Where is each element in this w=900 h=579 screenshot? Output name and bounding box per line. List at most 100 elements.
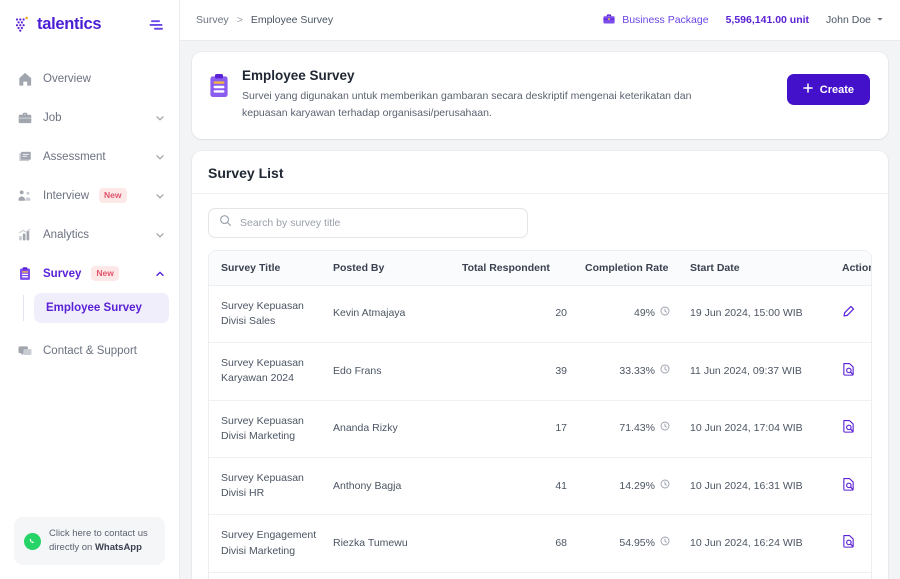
sidebar-item-label: Job <box>43 111 62 124</box>
column-header-posted-by: Posted By <box>325 250 450 286</box>
table-row[interactable]: Survey Kepuasan Karyawan 2024 Edo Frans 39… <box>209 342 871 401</box>
cell-survey-title: Survey Engagement Divisi Marketing <box>209 514 325 573</box>
cell-total-respondent: 41 <box>450 457 575 516</box>
banner-description: Survei yang digunakan untuk memberikan g… <box>242 90 692 120</box>
business-package-button[interactable]: Business Package <box>602 12 709 29</box>
user-menu[interactable]: John Doe <box>826 14 884 26</box>
clipboard-icon <box>208 73 230 99</box>
briefcase-icon <box>602 12 616 29</box>
sidebar-item-interview[interactable]: Interview New <box>0 176 179 215</box>
completion-rate-value: 71.43% <box>619 422 655 435</box>
sidebar-item-employee-survey[interactable]: Employee Survey <box>34 293 169 323</box>
edit-pencil-icon[interactable] <box>842 305 855 318</box>
brand-name: talentics <box>37 15 102 33</box>
table-row[interactable]: Survey Engagement Divisi Marketing Riezka… <box>209 514 871 573</box>
cell-action <box>828 572 871 579</box>
survey-table: Survey Title Posted By Total Respondent … <box>209 250 871 579</box>
cell-start-date: 10 Jun 2024, 16:24 WIB <box>678 514 828 573</box>
view-report-icon[interactable] <box>842 534 855 548</box>
info-circle-icon[interactable] <box>660 479 670 494</box>
column-header-start-date: Start Date <box>678 250 828 286</box>
assessment-icon <box>16 148 33 165</box>
breadcrumb-root[interactable]: Survey <box>196 14 229 26</box>
cell-completion-rate: 14.29% <box>575 457 678 516</box>
completion-rate-value: 33.33% <box>619 364 655 377</box>
cell-total-respondent: 20 <box>450 285 575 344</box>
sidebar-item-label: Assessment <box>43 150 106 163</box>
table-row[interactable]: Survey Kepuasan Divisi Sales Kevin Atmaja… <box>209 285 871 344</box>
cell-survey-title: Survey Kepuasan Divisi Marketing <box>209 400 325 458</box>
employee-survey-banner: Employee Survey Survei yang digunakan un… <box>192 52 888 139</box>
table-row[interactable]: Survey Kepuasan Divisi HR Anthony Bagja 41… <box>209 457 871 516</box>
view-report-icon[interactable] <box>842 362 855 376</box>
sidebar-item-analytics[interactable]: Analytics <box>0 215 179 254</box>
top-bar: Survey > Employee Survey Business Packag… <box>180 0 900 41</box>
whatsapp-contact-text: Click here to contact us directly on Wha… <box>49 527 148 555</box>
table-head: Survey Title Posted By Total Respondent … <box>209 250 871 286</box>
sidebar-item-label: Analytics <box>43 228 90 241</box>
banner-text: Employee Survey Survei yang digunakan un… <box>242 68 775 123</box>
info-circle-icon[interactable] <box>660 364 670 379</box>
home-icon <box>16 70 33 87</box>
search-input[interactable] <box>240 216 517 229</box>
sidebar-item-assessment[interactable]: Assessment <box>0 137 179 176</box>
cell-posted-by: Riezka Tumewu <box>325 514 450 573</box>
sidebar-item-label: Interview <box>43 189 90 202</box>
table-row[interactable]: Survey Engagement Karyawan 2024Ananda Ri… <box>209 572 871 579</box>
badge-new: New <box>91 266 119 281</box>
column-header-completion-rate: Completion Rate <box>575 250 678 286</box>
table-row[interactable]: Survey Kepuasan Divisi Marketing Ananda R… <box>209 400 871 458</box>
sidebar-subnav: Employee Survey <box>0 293 179 323</box>
collapse-menu-icon[interactable] <box>149 18 167 32</box>
cell-total-respondent: 68 <box>450 514 575 573</box>
banner-title: Employee Survey <box>242 68 355 83</box>
cell-survey-title: Survey Kepuasan Divisi Sales <box>209 285 325 344</box>
whatsapp-contact-card[interactable]: Click here to contact us directly on Wha… <box>14 517 165 565</box>
analytics-icon <box>16 226 33 243</box>
badge-new: New <box>99 188 127 203</box>
clipboard-icon <box>16 265 33 282</box>
cell-total-respondent: 39 <box>450 342 575 401</box>
completion-rate-value: 54.95% <box>619 536 655 549</box>
brand-row: talentics <box>0 4 179 45</box>
sidebar-item-overview[interactable]: Overview <box>0 59 179 98</box>
search-icon <box>219 214 232 232</box>
sidebar-item-label: Contact & Support <box>43 344 137 357</box>
cell-completion-rate: 49% <box>575 285 678 344</box>
cell-survey-title: Survey Kepuasan Karyawan 2024 <box>209 342 325 401</box>
create-survey-button[interactable]: Create <box>786 74 870 105</box>
sidebar-item-job[interactable]: Job <box>0 98 179 137</box>
plus-icon <box>803 83 813 96</box>
sidebar-item-contact-support[interactable]: Contact & Support <box>0 331 179 370</box>
app-root: talentics Overview Job Assessment Interv… <box>0 0 900 579</box>
cell-start-date: 26 Jun 2024, 15:00 WIB <box>678 572 828 579</box>
cell-total-respondent: 12 <box>450 572 575 579</box>
breadcrumb-separator: > <box>236 14 243 26</box>
cell-action <box>828 400 871 458</box>
search-box[interactable] <box>208 207 528 238</box>
cell-survey-title: Survey Engagement Karyawan 2024 <box>209 572 325 579</box>
chevron-down-icon <box>155 230 165 240</box>
info-circle-icon[interactable] <box>660 421 670 436</box>
view-report-icon[interactable] <box>842 477 855 491</box>
view-report-icon[interactable] <box>842 419 855 433</box>
sidebar-nav: Overview Job Assessment Interview New An… <box>0 59 179 370</box>
cell-completion-rate: 54.95% <box>575 514 678 573</box>
cell-posted-by: Edo Frans <box>325 342 450 401</box>
cell-posted-by: Ananda Rizky <box>325 400 450 458</box>
cell-start-date: 11 Jun 2024, 09:37 WIB <box>678 342 828 401</box>
chevron-down-icon <box>155 152 165 162</box>
table-body: Survey Kepuasan Divisi Sales Kevin Atmaja… <box>209 285 871 579</box>
sidebar-item-label: Survey <box>43 267 82 280</box>
sidebar-item-survey[interactable]: Survey New <box>0 254 179 293</box>
info-circle-icon[interactable] <box>660 536 670 551</box>
cell-action <box>828 457 871 516</box>
cell-posted-by: Kevin Atmajaya <box>325 285 450 344</box>
column-header-total-respondent: Total Respondent <box>450 250 575 286</box>
support-chat-icon <box>16 342 33 359</box>
divider <box>192 192 888 194</box>
survey-table-wrapper: Survey Title Posted By Total Respondent … <box>208 249 872 579</box>
info-circle-icon[interactable] <box>660 306 670 321</box>
units-balance[interactable]: 5,596,141.00 unit <box>726 14 809 26</box>
whatsapp-line-1: Click here to contact us <box>49 528 148 540</box>
